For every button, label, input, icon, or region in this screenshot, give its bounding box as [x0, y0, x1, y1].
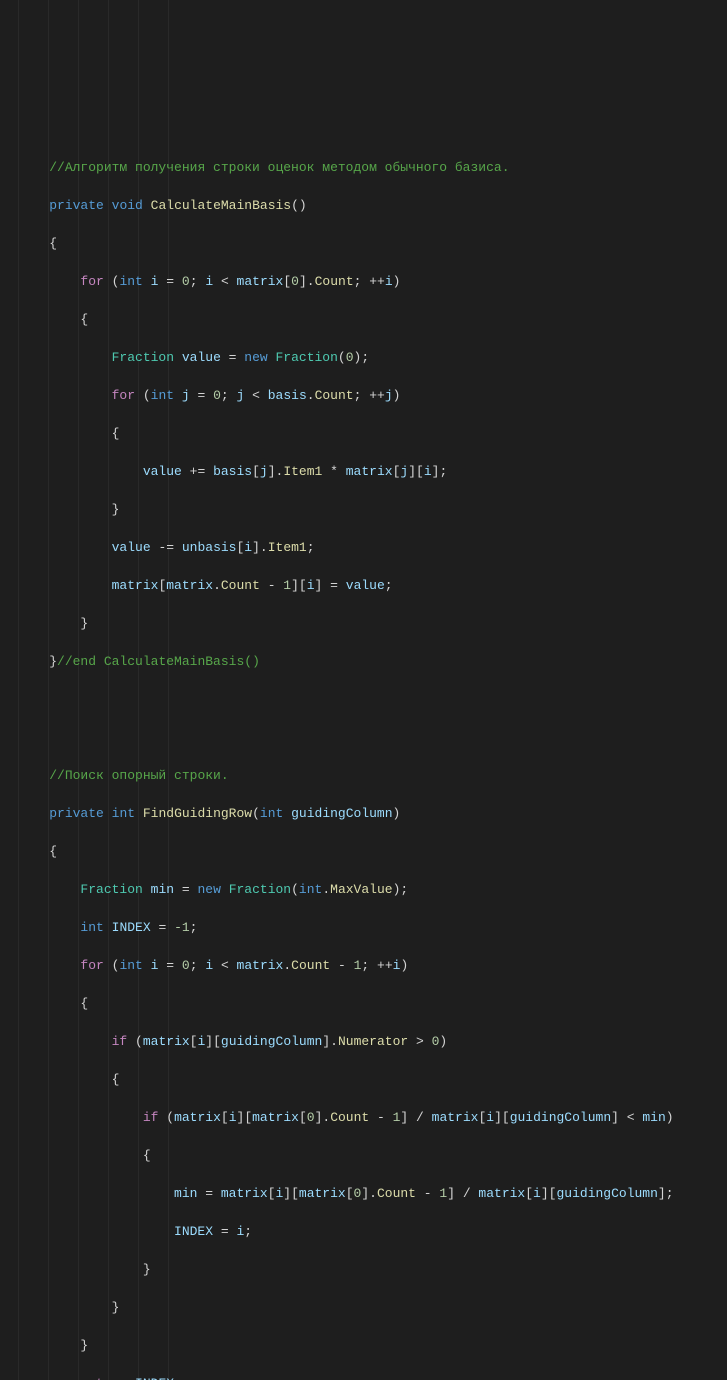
code-line: }	[18, 1336, 727, 1355]
code-line: //Поиск опорный строки.	[18, 766, 727, 785]
code-line: {	[18, 1146, 727, 1165]
code-line	[18, 690, 727, 709]
code-line: if (matrix[i][guidingColumn].Numerator >…	[18, 1032, 727, 1051]
code-line: for (int i = 0; i < matrix.Count - 1; ++…	[18, 956, 727, 975]
code-line: int INDEX = -1;	[18, 918, 727, 937]
code-line: return INDEX;	[18, 1374, 727, 1380]
code-line: Fraction min = new Fraction(int.MaxValue…	[18, 880, 727, 899]
code-line: }	[18, 500, 727, 519]
code-editor[interactable]: //Алгоритм получения строки оценок метод…	[0, 0, 727, 1380]
code-line: }//end CalculateMainBasis()	[18, 652, 727, 671]
code-line: }	[18, 1298, 727, 1317]
code-line: {	[18, 1070, 727, 1089]
comment: //Алгоритм получения строки оценок метод…	[49, 160, 509, 175]
code-line: {	[18, 424, 727, 443]
code-line: {	[18, 310, 727, 329]
code-line: value -= unbasis[i].Item1;	[18, 538, 727, 557]
code-line: }	[18, 1260, 727, 1279]
code-line: {	[18, 842, 727, 861]
code-line: {	[18, 234, 727, 253]
code-line: for (int i = 0; i < matrix[0].Count; ++i…	[18, 272, 727, 291]
code-line: for (int j = 0; j < basis.Count; ++j)	[18, 386, 727, 405]
code-line: }	[18, 614, 727, 633]
code-line: matrix[matrix.Count - 1][i] = value;	[18, 576, 727, 595]
comment: //Поиск опорный строки.	[49, 768, 228, 783]
code-line: if (matrix[i][matrix[0].Count - 1] / mat…	[18, 1108, 727, 1127]
code-line: value += basis[j].Item1 * matrix[j][i];	[18, 462, 727, 481]
code-line: private int FindGuidingRow(int guidingCo…	[18, 804, 727, 823]
code-line: INDEX = i;	[18, 1222, 727, 1241]
code-line: //Алгоритм получения строки оценок метод…	[18, 158, 727, 177]
code-line: Fraction value = new Fraction(0);	[18, 348, 727, 367]
code-line: min = matrix[i][matrix[0].Count - 1] / m…	[18, 1184, 727, 1203]
code-line: {	[18, 994, 727, 1013]
code-line	[18, 728, 727, 747]
code-line: private void CalculateMainBasis()	[18, 196, 727, 215]
